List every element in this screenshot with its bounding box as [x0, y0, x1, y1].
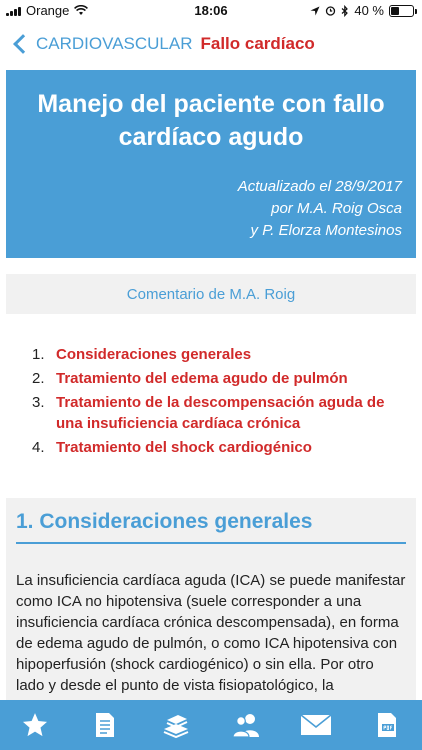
document-icon	[96, 713, 115, 737]
toc-link[interactable]: Consideraciones generales	[56, 344, 251, 365]
tab-favorites[interactable]	[10, 703, 60, 747]
bluetooth-icon	[341, 4, 349, 17]
toc-item[interactable]: 2. Tratamiento del edema agudo de pulmón	[32, 368, 404, 389]
status-right: 40 %	[310, 3, 417, 18]
books-icon	[163, 715, 189, 739]
toc-link[interactable]: Tratamiento del shock cardiogénico	[56, 437, 312, 458]
status-bar: Orange 18:06 40 %	[0, 0, 422, 22]
comment-label: Comentario de M.A. Roig	[126, 285, 296, 303]
table-of-contents: 1. Consideraciones generales 2. Tratamie…	[0, 344, 422, 458]
article-title: Manejo del paciente con fallo cardíaco a…	[37, 90, 385, 151]
toc-link[interactable]: Tratamiento del edema agudo de pulmón	[56, 368, 348, 389]
contacts-icon	[232, 714, 260, 738]
toc-number: 4.	[32, 439, 45, 456]
tab-mail[interactable]	[291, 703, 341, 747]
section-heading: 1. Consideraciones generales	[16, 510, 406, 544]
pdf-icon	[377, 713, 396, 737]
author-line-2: y P. Elorza Montesinos	[250, 222, 402, 239]
battery-fill	[391, 6, 400, 15]
section-body: La insuficiencia cardíaca aguda (ICA) se…	[16, 572, 406, 700]
back-button[interactable]: CARDIOVASCULAR	[10, 34, 193, 54]
toc-item[interactable]: 4. Tratamiento del shock cardiogénico	[32, 437, 404, 458]
toc-item[interactable]: 1. Consideraciones generales	[32, 344, 404, 365]
toc-number: 2.	[32, 370, 45, 387]
star-icon	[23, 713, 48, 737]
section-consideraciones: 1. Consideraciones generales La insufici…	[6, 498, 416, 700]
toc-link[interactable]: Tratamiento de la descompensación aguda …	[56, 392, 404, 434]
toc-number: 3.	[32, 394, 45, 411]
toc-item[interactable]: 3. Tratamiento de la descompensación agu…	[32, 392, 404, 434]
toc-number: 1.	[32, 346, 45, 363]
article-meta: Actualizado el 28/9/2017 por M.A. Roig O…	[20, 176, 402, 242]
tab-bar	[0, 700, 422, 750]
alarm-icon	[326, 6, 336, 16]
back-label: CARDIOVASCULAR	[36, 34, 193, 53]
comment-link[interactable]: Comentario de M.A. Roig	[6, 274, 416, 314]
article-header: Manejo del paciente con fallo cardíaco a…	[6, 70, 416, 258]
battery-percent: 40 %	[354, 3, 384, 18]
author-line-1: por M.A. Roig Osca	[271, 200, 402, 217]
tab-document[interactable]	[80, 703, 130, 747]
nav-title: Fallo cardíaco	[200, 34, 315, 53]
mail-icon	[300, 714, 332, 735]
nav-bar: CARDIOVASCULAR Fallo cardíaco	[0, 22, 422, 66]
updated-date: Actualizado el 28/9/2017	[237, 178, 402, 195]
battery-icon	[389, 4, 417, 17]
chevron-left-icon	[13, 34, 33, 54]
content-scroll[interactable]: Manejo del paciente con fallo cardíaco a…	[0, 66, 422, 700]
location-icon	[310, 6, 320, 15]
tab-library[interactable]	[151, 703, 201, 747]
tab-contacts[interactable]	[221, 703, 271, 747]
tab-pdf[interactable]	[362, 703, 412, 747]
